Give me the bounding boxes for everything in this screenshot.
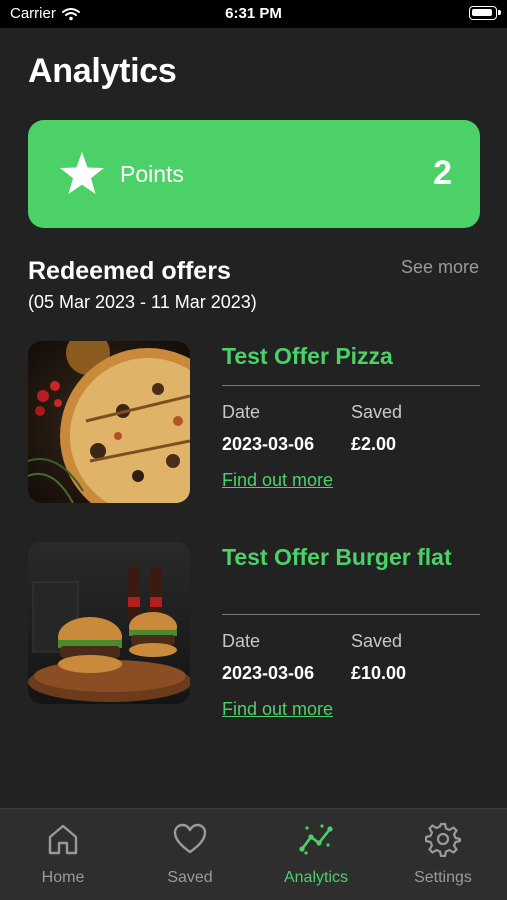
gear-icon (425, 822, 461, 857)
page-title: Analytics (28, 52, 177, 90)
star-icon (60, 152, 104, 194)
status-time: 6:31 PM (225, 5, 282, 22)
find-out-more-link[interactable]: Find out more (222, 470, 333, 491)
tab-bar: Home Saved Analytics Settings (0, 808, 507, 900)
date-range: (05 Mar 2023 - 11 Mar 2023) (28, 292, 257, 312)
date-label: Date (222, 402, 261, 422)
tab-label: Home (41, 869, 85, 886)
see-more-link[interactable]: See more (401, 257, 479, 278)
offer-date: 2023-03-06 (222, 663, 315, 683)
points-value: 2 (433, 154, 452, 192)
points-card: Points 2 (28, 120, 480, 228)
saved-label: Saved (351, 631, 403, 651)
offer-title: Test Offer Pizza (222, 343, 393, 369)
date-label: Date (222, 631, 261, 651)
tab-label: Saved (167, 869, 213, 886)
tab-settings[interactable]: Settings (380, 809, 506, 900)
heart-icon (173, 823, 207, 854)
offer-saved: £2.00 (351, 434, 397, 454)
saved-label: Saved (351, 402, 403, 422)
battery-icon (469, 6, 501, 20)
offer-saved: £10.00 (351, 663, 407, 683)
status-bar: Carrier 6:31 PM (0, 0, 507, 28)
burger-image[interactable] (28, 542, 190, 704)
redeemed-offers-title: Redeemed offers (28, 257, 231, 285)
find-out-more-link[interactable]: Find out more (222, 699, 333, 720)
offer-title: Test Offer Burger flat (222, 544, 452, 570)
tab-home[interactable]: Home (0, 809, 126, 900)
offer-date: 2023-03-06 (222, 434, 315, 454)
points-label: Points (120, 161, 184, 187)
offer-divider (222, 385, 480, 386)
tab-saved[interactable]: Saved (127, 809, 253, 900)
tab-label: Settings (414, 869, 472, 886)
home-icon (48, 824, 78, 855)
analytics-icon (299, 824, 333, 855)
pizza-image[interactable] (28, 341, 190, 503)
tab-label: Analytics (283, 869, 349, 886)
tab-analytics[interactable]: Analytics (253, 809, 379, 900)
offer-divider (222, 614, 480, 615)
